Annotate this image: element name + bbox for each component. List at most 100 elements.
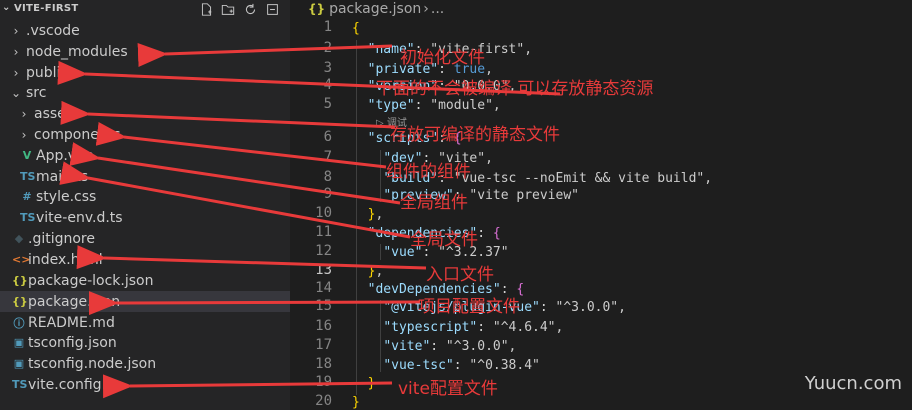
line-number: 2 bbox=[323, 40, 332, 56]
new-file-icon[interactable] bbox=[198, 0, 214, 18]
tree-item-label: README.md bbox=[28, 314, 115, 331]
tree-item-label: main.ts bbox=[36, 168, 89, 185]
code-line: "scripts": { bbox=[367, 131, 462, 146]
breadcrumb: {} package.json › ... bbox=[308, 1, 444, 17]
tree-item-label: assets bbox=[34, 105, 79, 122]
codelens-debug[interactable]: ▷ 调试 bbox=[376, 114, 407, 129]
code-line: } bbox=[367, 376, 376, 391]
tree-item-tsconfig-node[interactable]: ▣ tsconfig.node.json bbox=[0, 353, 290, 374]
tree-item-label: components bbox=[34, 126, 121, 143]
html-file-icon: <> bbox=[12, 253, 31, 266]
line-number: 11 bbox=[315, 224, 332, 240]
tree-item-label: src bbox=[26, 84, 47, 101]
breadcrumb-more[interactable]: ... bbox=[431, 1, 444, 17]
tree-item-assets[interactable]: › assets bbox=[0, 103, 290, 124]
line-number: 15 bbox=[315, 298, 332, 314]
tree-item-label: index.html bbox=[28, 251, 103, 268]
code-line: "preview": "vite preview" bbox=[383, 188, 579, 203]
tree-item-gitignore[interactable]: ◆ .gitignore bbox=[0, 228, 290, 249]
chevron-right-icon: › bbox=[13, 44, 19, 59]
tree-item-label: package-lock.json bbox=[28, 272, 154, 289]
chevron-right-icon: › bbox=[13, 65, 19, 80]
chevron-down-icon[interactable]: ⌄ bbox=[2, 2, 10, 13]
line-number: 3 bbox=[323, 60, 332, 76]
refresh-icon[interactable] bbox=[242, 0, 258, 18]
code-line: "devDependencies": { bbox=[367, 282, 525, 297]
tree-item-label: package.json bbox=[28, 293, 121, 310]
code-line: { bbox=[352, 21, 360, 36]
tree-item-vite-config[interactable]: TS vite.config.ts bbox=[0, 374, 290, 395]
json-file-icon: {} bbox=[12, 274, 28, 287]
tree-item-label: vite.config.ts bbox=[28, 376, 119, 393]
tree-item-components[interactable]: › components bbox=[0, 124, 290, 145]
code-line: "version": "0.0.0", bbox=[367, 79, 517, 94]
explorer-header[interactable]: ⌄ VITE-FIRST bbox=[0, 0, 290, 18]
chevron-right-icon: › bbox=[13, 23, 19, 38]
tree-item-tsconfig[interactable]: ▣ tsconfig.json bbox=[0, 332, 290, 353]
code-line: "dev": "vite", bbox=[383, 151, 493, 166]
breadcrumb-file[interactable]: package.json bbox=[329, 1, 421, 17]
tree-item-vscode[interactable]: › .vscode bbox=[0, 20, 290, 41]
line-number: 8 bbox=[323, 169, 332, 185]
line-number: 4 bbox=[323, 77, 332, 93]
tsconfig-file-icon: ▣ bbox=[13, 357, 25, 370]
chevron-down-icon: ⌄ bbox=[10, 85, 22, 100]
tree-item-label: .gitignore bbox=[28, 230, 95, 247]
tree-item-label: node_modules bbox=[26, 43, 128, 60]
line-number: 10 bbox=[315, 205, 332, 221]
css-file-icon: # bbox=[22, 190, 32, 203]
explorer-title: VITE-FIRST bbox=[14, 3, 79, 14]
tree-item-package-lock[interactable]: {} package-lock.json bbox=[0, 270, 290, 291]
tree-item-label: vite-env.d.ts bbox=[36, 209, 123, 226]
tree-item-label: .vscode bbox=[26, 22, 80, 39]
line-number: 13 bbox=[315, 262, 332, 278]
line-number: 20 bbox=[315, 393, 332, 409]
line-number: 5 bbox=[323, 96, 332, 112]
line-number: 7 bbox=[323, 149, 332, 165]
new-folder-icon[interactable] bbox=[220, 0, 236, 18]
line-number: 6 bbox=[323, 129, 332, 145]
code-line: "typescript": "^4.6.4", bbox=[383, 320, 564, 335]
breadcrumb-separator: › bbox=[423, 1, 429, 17]
tree-item-style-css[interactable]: # style.css bbox=[0, 186, 290, 207]
tree-item-main-ts[interactable]: TS main.ts bbox=[0, 166, 290, 187]
tree-item-index-html[interactable]: <> index.html bbox=[0, 249, 290, 270]
tree-item-label: public bbox=[26, 64, 69, 81]
tree-item-package-json[interactable]: {} package.json bbox=[0, 291, 290, 312]
tree-item-node-modules[interactable]: › node_modules bbox=[0, 41, 290, 62]
tree-item-readme[interactable]: ⓘ README.md bbox=[0, 312, 290, 333]
tree-item-label: tsconfig.json bbox=[28, 334, 117, 351]
typescript-file-icon: TS bbox=[12, 378, 28, 391]
info-file-icon: ⓘ bbox=[13, 316, 25, 330]
line-number: 9 bbox=[323, 186, 332, 202]
json-file-icon: {} bbox=[308, 2, 326, 16]
line-number: 1 bbox=[323, 19, 332, 35]
json-file-icon: {} bbox=[12, 295, 28, 308]
chevron-right-icon: › bbox=[21, 127, 27, 142]
code-line: "@vitejs/plugin-vue": "^3.0.0", bbox=[383, 300, 626, 315]
vue-file-icon: V bbox=[22, 149, 32, 162]
chevron-right-icon: › bbox=[21, 106, 27, 121]
code-line: }, bbox=[367, 207, 384, 222]
code-line: "dependencies": { bbox=[367, 226, 501, 241]
code-editor[interactable]: {} package.json › ... 1 2 3 4 5 6 7 8 9 … bbox=[290, 0, 912, 410]
code-line: "private": true, bbox=[367, 62, 493, 77]
tree-item-app-vue[interactable]: V App.vue bbox=[0, 145, 290, 166]
typescript-file-icon: TS bbox=[20, 170, 36, 183]
tree-item-vite-env[interactable]: TS vite-env.d.ts bbox=[0, 207, 290, 228]
line-number: 14 bbox=[315, 280, 332, 296]
code-line: "type": "module", bbox=[367, 98, 501, 113]
code-line: "build": "vue-tsc --noEmit && vite build… bbox=[383, 171, 713, 186]
tree-item-public[interactable]: › public bbox=[0, 62, 290, 83]
tree-item-src[interactable]: ⌄ src bbox=[0, 82, 290, 103]
line-number: 12 bbox=[315, 243, 332, 259]
tree-item-label: App.vue bbox=[36, 147, 94, 164]
collapse-all-icon[interactable] bbox=[264, 0, 280, 18]
tsconfig-file-icon: ▣ bbox=[13, 336, 25, 349]
line-number: 17 bbox=[315, 337, 332, 353]
line-number: 16 bbox=[315, 318, 332, 334]
git-file-icon: ◆ bbox=[14, 232, 24, 245]
code-line: } bbox=[352, 395, 360, 410]
typescript-file-icon: TS bbox=[20, 211, 36, 224]
line-number: 19 bbox=[315, 374, 332, 390]
